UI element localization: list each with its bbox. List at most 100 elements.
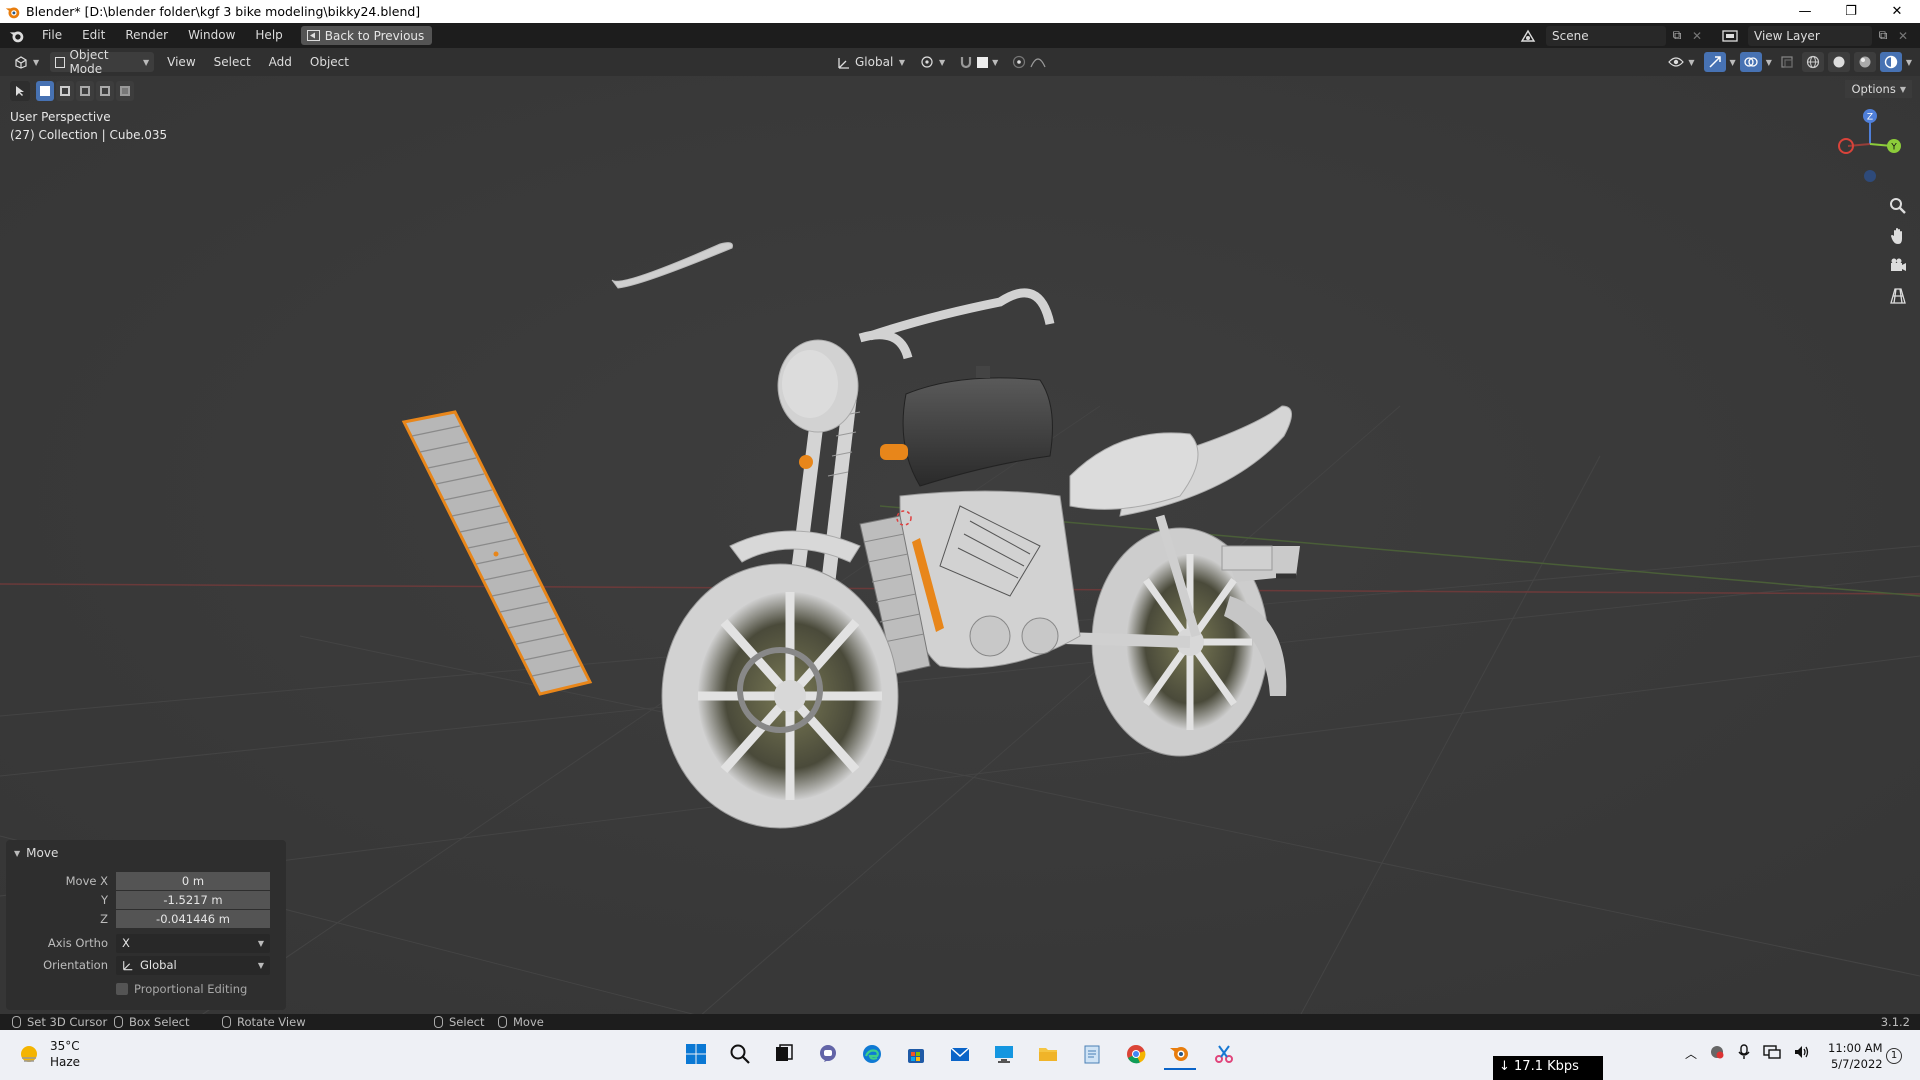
proportional-editing-toggle[interactable] [1007,52,1052,72]
status-hint-select: Select [434,1015,484,1029]
notepad-button[interactable] [1076,1038,1108,1070]
chevron-down-icon: ▼ [1899,84,1906,94]
chrome-button[interactable] [1120,1038,1152,1070]
scene-type-icon[interactable] [1520,29,1546,43]
blender-taskbar-button[interactable] [1164,1038,1196,1070]
task-view-button[interactable] [768,1038,800,1070]
select-mode-subtract-button[interactable] [76,81,94,101]
select-intersect-icon [120,86,130,96]
chrome-icon [1127,1045,1146,1064]
menu-help[interactable]: Help [245,23,292,48]
transform-orientation-selector[interactable]: Global ▼ [832,52,910,72]
perspective-label: User Perspective [10,110,111,124]
move-z-field[interactable]: -0.041446 m [116,910,270,928]
status-move-label: Move [513,1015,544,1029]
move-x-label: Move X [65,874,108,888]
options-dropdown[interactable]: Options ▼ [1845,80,1912,98]
axis-ortho-select[interactable]: X ▼ [116,933,270,953]
perspective-toggle-icon[interactable] [1886,284,1910,308]
remove-scene-icon[interactable]: ✕ [1688,29,1706,43]
shading-solid-button[interactable] [1827,52,1850,72]
gizmo-toggle[interactable] [1703,52,1726,72]
viewport-menu-select[interactable]: Select [205,55,260,69]
new-view-layer-icon[interactable]: ⧉ [1872,28,1894,43]
select-mode-intersect-button[interactable] [116,81,134,101]
edge-browser-button[interactable] [856,1038,888,1070]
gizmo-negative-z[interactable] [1864,170,1876,182]
pan-hand-icon[interactable] [1886,224,1910,248]
minimize-button[interactable]: — [1782,0,1828,23]
status-box-select-label: Box Select [129,1015,190,1029]
viewport-menu-add[interactable]: Add [260,55,301,69]
snipping-tool-button[interactable] [1208,1038,1240,1070]
show-hidden-icons-chevron-icon[interactable]: ︿ [1685,1045,1697,1062]
select-mode-new-button[interactable] [36,81,54,101]
weather-widget[interactable]: 35°C Haze [18,1038,80,1070]
snap-toggle[interactable]: ▼ [954,52,1004,72]
chevron-down-icon: ▼ [143,57,150,67]
operator-panel-move[interactable]: ▼ Move Move X 0 m Y -1.5217 m Z -0.04144… [6,840,286,1010]
proportional-editing-checkbox[interactable]: Proportional Editing [116,982,247,996]
volume-icon[interactable] [1793,1044,1811,1063]
menu-edit[interactable]: Edit [72,23,115,48]
move-x-field[interactable]: 0 m [116,872,270,890]
visibility-selector[interactable]: ▼ [1663,52,1700,72]
mode-selector[interactable]: Object Mode ▼ [50,48,155,76]
menu-window[interactable]: Window [178,23,245,48]
chevron-down-icon[interactable]: ▼ [14,849,20,858]
file-explorer-button[interactable] [1032,1038,1064,1070]
chevron-down-icon[interactable]: ▼ [1906,58,1912,67]
move-y-field[interactable]: -1.5217 m [116,891,270,909]
microphone-icon[interactable] [1737,1044,1751,1063]
mail-button[interactable] [944,1038,976,1070]
3d-viewport[interactable]: Options ▼ User Perspective (27) Collecti… [0,76,1920,1016]
select-subtract-icon [80,86,90,96]
network-icon[interactable] [1763,1044,1781,1063]
notification-badge[interactable]: 1 [1886,1048,1902,1064]
antivirus-icon[interactable] [1709,1044,1725,1063]
teams-chat-button[interactable] [812,1038,844,1070]
xray-toggle[interactable] [1775,52,1798,72]
menu-file[interactable]: File [32,23,72,48]
microsoft-store-button[interactable] [900,1038,932,1070]
chevron-down-icon[interactable]: ▼ [1766,58,1772,67]
view-layer-selector[interactable]: View Layer [1748,25,1872,46]
blender-menu-icon[interactable] [8,27,26,45]
blender-version: 3.1.2 [1880,1015,1910,1029]
viewport-scene[interactable] [0,76,1920,1016]
new-scene-icon[interactable]: ⧉ [1666,28,1688,43]
shading-wireframe-button[interactable] [1801,52,1824,72]
editor-type-button[interactable]: ▼ [8,52,45,72]
select-mode-invert-button[interactable] [96,81,114,101]
move-y-label: Y [100,893,108,907]
remote-desktop-button[interactable] [988,1038,1020,1070]
close-button[interactable]: ✕ [1874,0,1920,23]
pivot-point-selector[interactable]: ▼ [914,52,951,72]
viewport-menu-view[interactable]: View [158,55,204,69]
tool-select-box-button[interactable] [10,81,30,101]
zoom-icon[interactable] [1886,194,1910,218]
scene-selector[interactable]: Scene [1546,25,1666,46]
view-layer-name: View Layer [1754,28,1820,43]
start-button[interactable] [680,1038,712,1070]
checkbox-box[interactable] [116,983,128,995]
remove-view-layer-icon[interactable]: ✕ [1894,29,1912,43]
view-layer-icon[interactable] [1722,29,1748,43]
overlays-toggle[interactable] [1739,52,1762,72]
shading-material-button[interactable] [1853,52,1876,72]
back-to-previous-button[interactable]: Back to Previous [300,26,433,45]
shading-rendered-button[interactable] [1879,52,1902,72]
orientation-select[interactable]: Global ▼ [116,955,270,975]
search-button[interactable] [724,1038,756,1070]
orientation-global-icon [123,961,133,971]
taskbar-clock[interactable]: 11:00 AM 5/7/2022 [1828,1040,1883,1072]
windows-start-icon [686,1044,706,1064]
select-mode-extend-button[interactable] [56,81,74,101]
orientation-label: Orientation [43,958,108,972]
chevron-down-icon[interactable]: ▼ [1730,58,1736,67]
menu-render[interactable]: Render [115,23,178,48]
navigation-gizmo[interactable]: Z Y [1830,106,1910,186]
maximize-button[interactable]: ❐ [1828,0,1874,23]
viewport-menu-object[interactable]: Object [301,55,358,69]
camera-view-icon[interactable] [1886,254,1910,278]
